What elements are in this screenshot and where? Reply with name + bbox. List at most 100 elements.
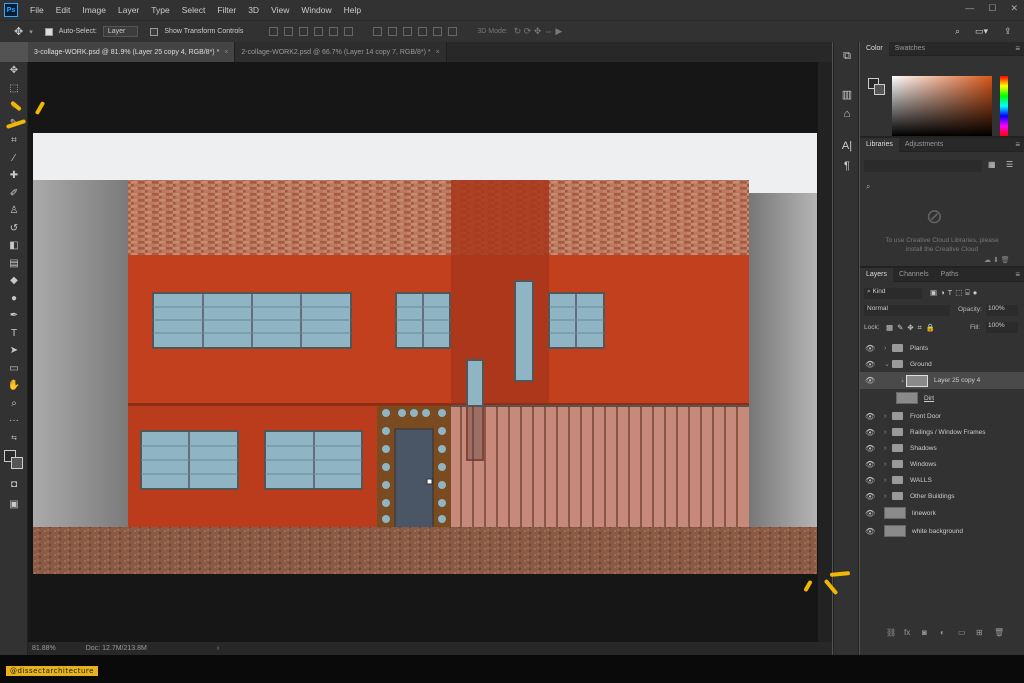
layer-row-shadows[interactable]: 👁 › Shadows — [860, 440, 1024, 456]
chevron-right-icon[interactable]: › — [884, 493, 886, 500]
close-icon[interactable]: ✕ — [1010, 3, 1018, 14]
vertical-scrollbar[interactable] — [818, 62, 832, 642]
menu-type[interactable]: Type — [145, 5, 175, 15]
menu-edit[interactable]: Edit — [50, 5, 77, 15]
filter-icons[interactable]: ▣◑T⬚⌸● — [930, 288, 980, 298]
crop-tool-icon[interactable]: ⌗ — [0, 132, 28, 150]
move-tool-icon[interactable]: ✥ — [14, 25, 23, 38]
background-color-swatch[interactable] — [11, 457, 23, 469]
chevron-right-icon[interactable]: › — [884, 345, 886, 352]
swap-colors-icon[interactable]: ⇆ — [0, 430, 28, 448]
list-view-icon[interactable]: ☰ — [1006, 160, 1013, 169]
tab-paths[interactable]: Paths — [935, 268, 965, 282]
layer-row-walls[interactable]: 👁 › WALLS — [860, 472, 1024, 488]
workspace-icon[interactable]: ▭▾ — [975, 26, 988, 37]
layer-row-other-buildings[interactable]: 👁 › Other Buildings — [860, 488, 1024, 504]
blur-tool-icon[interactable]: ◆ — [0, 272, 28, 290]
layer-row-dirt[interactable]: Dirt — [860, 390, 1024, 406]
3d-orbit-icon[interactable]: ↻ ⟳ ✥ ⇔ ▶ — [514, 26, 563, 37]
menu-layer[interactable]: Layer — [112, 5, 145, 15]
close-icon[interactable]: × — [436, 49, 440, 56]
paragraph-icon[interactable]: ¶ — [834, 156, 860, 176]
menu-help[interactable]: Help — [338, 5, 367, 15]
link-layers-icon[interactable]: ⛓ — [886, 628, 896, 637]
move-tool-icon[interactable]: ✥ — [0, 62, 28, 80]
layer-row-linework[interactable]: 👁 linework — [860, 504, 1024, 522]
type-tool-icon[interactable]: T — [0, 325, 28, 343]
dodge-tool-icon[interactable]: ● — [0, 290, 28, 308]
search-icon[interactable]: ⌕ — [955, 26, 960, 37]
chevron-right-icon[interactable]: › — [884, 413, 886, 420]
gradient-tool-icon[interactable]: ▤ — [0, 255, 28, 273]
layer-row-white-background[interactable]: 👁 white background — [860, 522, 1024, 540]
visibility-eye-icon[interactable]: 👁 — [865, 492, 875, 501]
auto-select-checkbox[interactable] — [44, 27, 53, 36]
panel-menu-icon[interactable]: ≡ — [1015, 270, 1020, 279]
hand-tool-icon[interactable]: ✋ — [0, 377, 28, 395]
show-transform-checkbox[interactable] — [150, 27, 159, 36]
visibility-eye-icon[interactable]: 👁 — [865, 412, 875, 421]
visibility-eye-icon[interactable]: 👁 — [865, 428, 875, 437]
align-top-icon[interactable] — [269, 27, 279, 36]
chevron-right-icon[interactable]: › — [884, 461, 886, 468]
more-tools-icon[interactable]: ··· — [0, 412, 28, 430]
layer-row-railings[interactable]: 👁 › Railings / Window Frames — [860, 424, 1024, 440]
tab-layers[interactable]: Layers — [860, 267, 894, 282]
chevron-right-icon[interactable]: › — [884, 445, 886, 452]
panel-menu-icon[interactable]: ≡ — [1015, 44, 1020, 53]
adjustment-layer-icon[interactable]: ◐ — [940, 628, 945, 637]
chevron-right-icon[interactable]: › — [884, 429, 886, 436]
eyedropper-tool-icon[interactable]: ⁄ — [0, 150, 28, 168]
distribute-icon[interactable] — [433, 27, 443, 36]
auto-select-dropdown[interactable]: Layer — [102, 26, 139, 37]
layer-row-windows[interactable]: 👁 › Windows — [860, 456, 1024, 472]
menu-window[interactable]: Window — [295, 5, 337, 15]
visibility-eye-icon[interactable]: 👁 — [865, 360, 875, 369]
healing-tool-icon[interactable]: ✚ — [0, 167, 28, 185]
info-icon[interactable]: ▥ — [834, 84, 860, 104]
hue-slider[interactable] — [1000, 76, 1008, 136]
align-center-icon[interactable] — [329, 27, 339, 36]
tab-color[interactable]: Color — [860, 41, 889, 56]
status-arrow-icon[interactable]: › — [217, 645, 219, 652]
tab-adjustments[interactable]: Adjustments — [899, 138, 950, 152]
add-mask-icon[interactable]: ◙ — [922, 628, 927, 637]
distribute-icon[interactable] — [388, 27, 398, 36]
menu-image[interactable]: Image — [76, 5, 112, 15]
stamp-tool-icon[interactable]: ♙ — [0, 202, 28, 220]
layer-style-icon[interactable]: fx — [904, 628, 910, 637]
tab-3-collage-work[interactable]: 3-collage-WORK.psd @ 81.9% (Layer 25 cop… — [28, 42, 236, 62]
new-layer-icon[interactable]: ⊞ — [976, 628, 983, 637]
menu-3d[interactable]: 3D — [242, 5, 265, 15]
align-right-icon[interactable] — [344, 27, 354, 36]
visibility-eye-icon[interactable]: 👁 — [865, 444, 875, 453]
character-icon[interactable]: A| — [834, 136, 860, 156]
tab-channels[interactable]: Channels — [893, 268, 935, 282]
lock-icons[interactable]: ▦✎✥⌗🔒 — [886, 323, 939, 333]
distribute-icon[interactable] — [373, 27, 383, 36]
opacity-value[interactable]: 100% — [986, 305, 1018, 316]
new-group-icon[interactable]: ▭ — [958, 628, 966, 637]
library-bottom-icon[interactable]: ☁ ⬇ 🗑 — [984, 256, 1010, 264]
chevron-down-icon[interactable]: ⌄ — [884, 360, 890, 368]
marquee-tool-icon[interactable]: ⬚ — [0, 80, 28, 98]
menu-select[interactable]: Select — [176, 5, 212, 15]
align-left-icon[interactable] — [314, 27, 324, 36]
tab-2-collage-work2[interactable]: 2-collage-WORK2.psd @ 66.7% (Layer 14 co… — [235, 42, 447, 62]
eraser-tool-icon[interactable]: ◧ — [0, 237, 28, 255]
grid-view-icon[interactable]: ▦ — [988, 160, 996, 169]
visibility-eye-icon[interactable]: 👁 — [865, 344, 875, 353]
search-icon[interactable]: ⌕ — [866, 182, 870, 192]
distribute-icon[interactable] — [418, 27, 428, 36]
delete-layer-icon[interactable]: 🗑 — [994, 628, 1004, 637]
menu-file[interactable]: File — [24, 5, 50, 15]
visibility-eye-icon[interactable]: 👁 — [865, 476, 875, 485]
fill-value[interactable]: 100% — [986, 322, 1018, 333]
tab-swatches[interactable]: Swatches — [889, 42, 931, 56]
chevron-right-icon[interactable]: › — [884, 477, 886, 484]
layer-row-layer-25-copy-4[interactable]: 👁 ⇣ Layer 25 copy 4 — [860, 372, 1024, 389]
minimize-icon[interactable]: — — [965, 3, 974, 14]
share-icon[interactable]: ⇪ — [1004, 26, 1012, 37]
layer-row-plants[interactable]: 👁 › Plants — [860, 340, 1024, 356]
blend-mode-dropdown[interactable]: Normal — [864, 305, 950, 316]
